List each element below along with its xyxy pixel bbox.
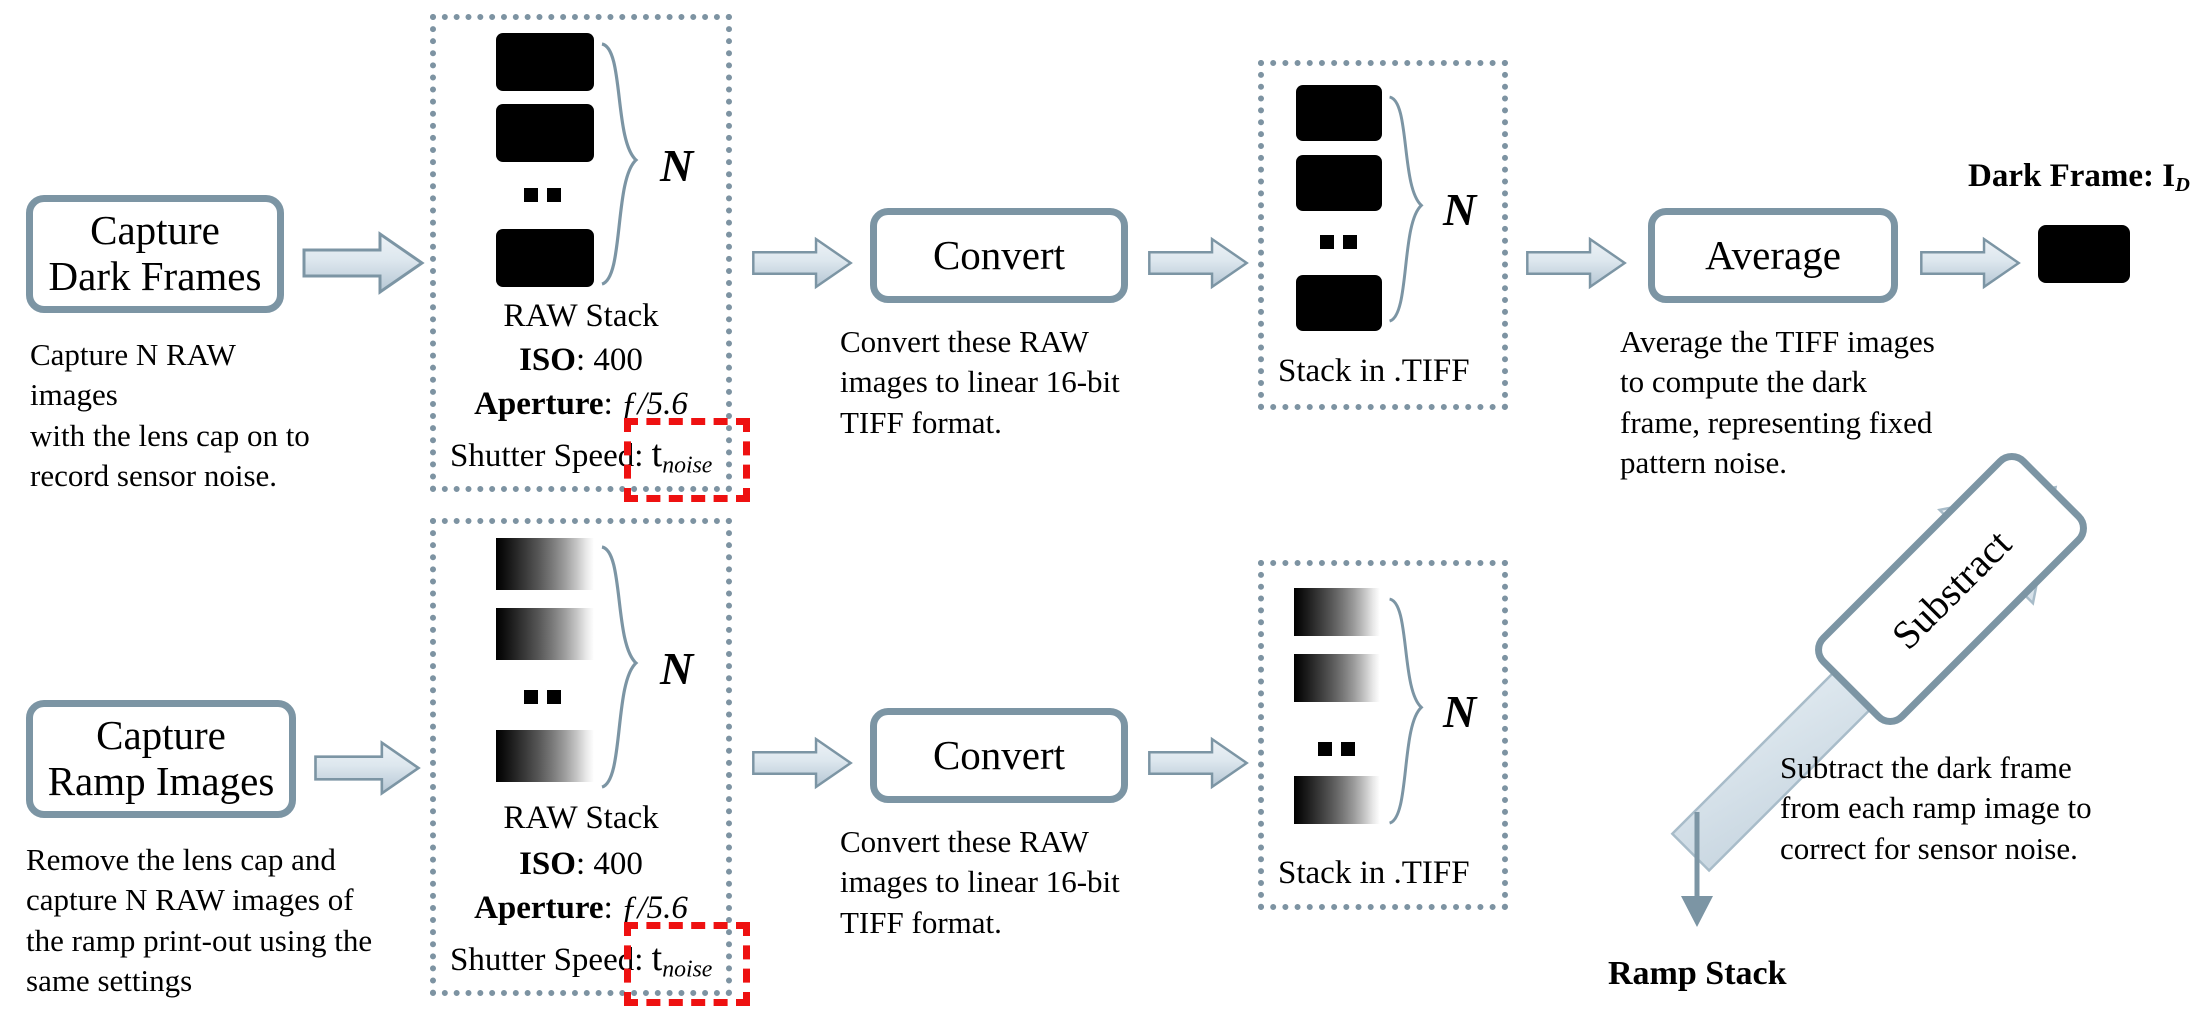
count-brace-icon [601,545,639,789]
dark-frame-title-base: Dark Frame: I [1968,158,2176,194]
tiff-stack-count-bottom: N [1443,686,1477,737]
caption-line: images to linear 16-bit [840,864,1120,900]
iso-value: 400 [593,342,643,378]
raw-frame-thumbnail [496,229,594,287]
caption-line: with the lens cap on to [30,417,310,453]
capture-ramp-images-label: Capture Ramp Images [47,712,275,805]
raw-stack-iso-top: ISO: 400 [430,342,732,379]
arrow-right-icon [1148,736,1249,790]
convert-box-top[interactable]: Convert [870,208,1128,303]
arrow-right-icon [1526,236,1627,290]
capture-dark-frames-line2: Dark Frames [48,253,262,299]
capture-dark-frames-caption: Capture N RAW images with the lens cap o… [30,335,330,496]
raw-frame-thumbnail [496,33,594,91]
shutter-key: Shutter Speed [450,438,635,474]
shutter-key: Shutter Speed [450,942,635,978]
capture-ramp-images-line1: Capture [96,712,226,759]
average-label: Average [1705,231,1841,278]
subtract-caption: Subtract the dark frame from each ramp i… [1780,748,2110,869]
arrow-right-icon [1920,236,2021,290]
capture-ramp-images-box[interactable]: Capture Ramp Images [26,700,296,818]
shutter-speed-highlight-bottom [624,922,750,1006]
convert-caption-top: Convert these RAW images to linear 16-bi… [840,322,1170,443]
arrow-right-icon [752,736,853,790]
caption-line: Capture N RAW images [30,337,236,413]
arrow-right-icon [752,236,853,290]
average-box[interactable]: Average [1648,208,1898,303]
raw-stack-iso-bottom: ISO: 400 [430,846,732,883]
colon: : [575,342,594,378]
tiff-stack-title-top: Stack in .TIFF [1278,353,1470,389]
aperture-value: ƒ/5.6 [621,890,688,926]
caption-line: TIFF format. [840,404,1002,440]
caption-line: Remove the lens cap and [26,842,336,877]
colon: : [603,890,622,926]
ramp-tiff-thumbnail [1294,654,1380,702]
ramp-frame-thumbnail [496,538,594,590]
caption-line: TIFF format. [840,904,1002,940]
ellipsis-dots [524,690,561,704]
shutter-speed-highlight-top [624,418,750,502]
arrow-right-icon [314,740,421,796]
capture-ramp-images-line2: Ramp Images [47,758,275,804]
count-brace-icon [1388,597,1424,825]
colon: : [603,386,622,422]
arrow-right-icon [1148,236,1249,290]
caption-line: Subtract the dark frame [1780,750,2072,785]
caption-line: from each ramp image to [1780,790,2092,826]
raw-frame-thumbnail [496,104,594,162]
tiff-stack-title-bottom: Stack in .TIFF [1278,855,1470,891]
caption-line: Convert these RAW [840,324,1089,359]
colon: : [575,846,594,882]
caption-line: the ramp print-out using the [26,922,373,958]
capture-ramp-images-caption: Remove the lens cap and capture N RAW im… [26,840,396,1001]
arrow-right-icon [302,231,425,295]
capture-dark-frames-label: Capture Dark Frames [48,207,262,300]
iso-key: ISO [519,342,576,378]
ramp-tiff-thumbnail [1294,588,1380,636]
dark-frame-thumbnail [2038,225,2130,283]
tiff-frame-thumbnail [1296,155,1382,211]
ramp-stack-result-label: Ramp Stack [1608,955,1787,992]
convert-label-bottom: Convert [932,731,1066,778]
ramp-frame-thumbnail [496,608,594,660]
tiff-stack-count-top: N [1443,184,1477,235]
iso-key: ISO [519,846,576,882]
tiff-frame-thumbnail [1296,85,1382,141]
count-brace-icon [601,42,639,286]
capture-dark-frames-line1: Capture [90,207,220,254]
dark-frame-title-sub: D [2175,174,2190,197]
caption-line: same settings [26,962,193,998]
caption-line: record sensor noise. [30,457,278,493]
ellipsis-dots [1318,742,1355,756]
ramp-tiff-thumbnail [1294,776,1380,824]
caption-line: capture N RAW images of [26,882,354,918]
caption-line: images to linear 16-bit [840,364,1120,400]
ramp-frame-thumbnail [496,730,594,782]
aperture-value: ƒ/5.6 [621,386,688,422]
aperture-key: Aperture [474,386,604,422]
raw-stack-title-bottom: RAW Stack [503,800,659,836]
convert-label-top: Convert [932,231,1066,278]
convert-caption-bottom: Convert these RAW images to linear 16-bi… [840,822,1170,943]
raw-stack-title-top: RAW Stack [503,298,659,334]
arrow-down-icon [1681,812,1713,927]
capture-dark-frames-box[interactable]: Capture Dark Frames [26,195,284,313]
convert-box-bottom[interactable]: Convert [870,708,1128,803]
caption-line: Average the TIFF images [1620,324,1935,359]
aperture-key: Aperture [474,890,604,926]
raw-stack-count-top: N [660,140,694,191]
ellipsis-dots [1320,235,1357,249]
caption-line: correct for sensor noise. [1780,830,2078,866]
count-brace-icon [1388,95,1424,323]
dark-frame-output-title: Dark Frame: ID [1968,158,2190,197]
tiff-frame-thumbnail [1296,275,1382,331]
ellipsis-dots [524,188,561,202]
raw-stack-count-bottom: N [660,643,694,694]
iso-value: 400 [593,846,643,882]
caption-line: Convert these RAW [840,824,1089,859]
